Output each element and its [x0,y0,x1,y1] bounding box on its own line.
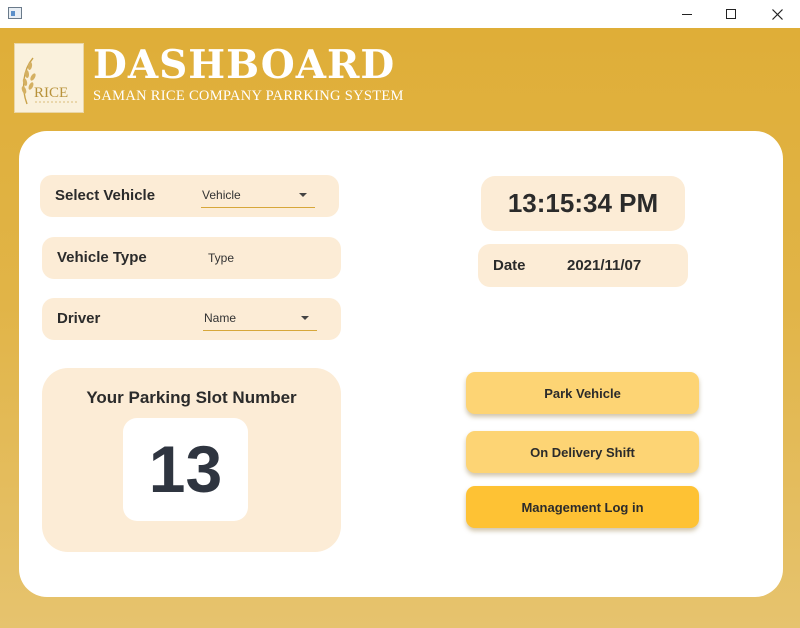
park-vehicle-button[interactable]: Park Vehicle [466,372,699,414]
company-logo: RICE [14,43,84,113]
close-icon [771,8,783,20]
minimize-button[interactable] [664,0,710,28]
logo-text: RICE [34,85,68,101]
app-window-icon [8,7,22,19]
rice-logo-icon: RICE [21,57,79,105]
management-login-button[interactable]: Management Log in [466,486,699,528]
minimize-icon [682,13,692,15]
clock-panel: 13:15:34 PM [481,176,685,231]
vehicle-type-value: Type [208,251,235,265]
driver-dropdown[interactable]: Name [203,308,317,331]
driver-label: Driver [57,310,101,327]
chevron-down-icon [299,193,307,197]
date-label: Date [493,257,526,274]
chevron-down-icon [301,316,309,320]
parking-slot-panel: Your Parking Slot Number 13 [42,368,341,552]
dashboard-card: Select Vehicle Vehicle Vehicle Type Type… [19,131,783,597]
vehicle-dropdown[interactable]: Vehicle [201,185,315,208]
vehicle-dropdown-value: Vehicle [202,188,241,202]
page-title: DASHBOARD [93,42,396,88]
vehicle-type-label: Vehicle Type [57,249,147,266]
driver-dropdown-value: Name [204,311,237,325]
dashboard-background: RICE DASHBOARD SAMAN RICE COMPANY PARRKI… [0,28,800,628]
date-value: 2021/11/07 [567,257,642,274]
maximize-icon [726,9,736,19]
driver-row: Driver Name [42,298,341,340]
window-titlebar [0,0,800,28]
page-subtitle: SAMAN RICE COMPANY PARRKING SYSTEM [93,88,404,104]
parking-slot-number: 13 [148,432,223,506]
select-vehicle-label: Select Vehicle [55,187,156,204]
parking-slot-box: 13 [123,418,248,521]
select-vehicle-row: Select Vehicle Vehicle [40,175,339,217]
parking-slot-title: Your Parking Slot Number [86,388,297,407]
vehicle-type-row: Vehicle Type Type [42,237,341,279]
close-button[interactable] [754,0,800,28]
clock-time: 13:15:34 PM [507,188,659,218]
maximize-button[interactable] [708,0,754,28]
on-delivery-shift-button[interactable]: On Delivery Shift [466,431,699,473]
date-panel: Date 2021/11/07 [478,244,688,287]
